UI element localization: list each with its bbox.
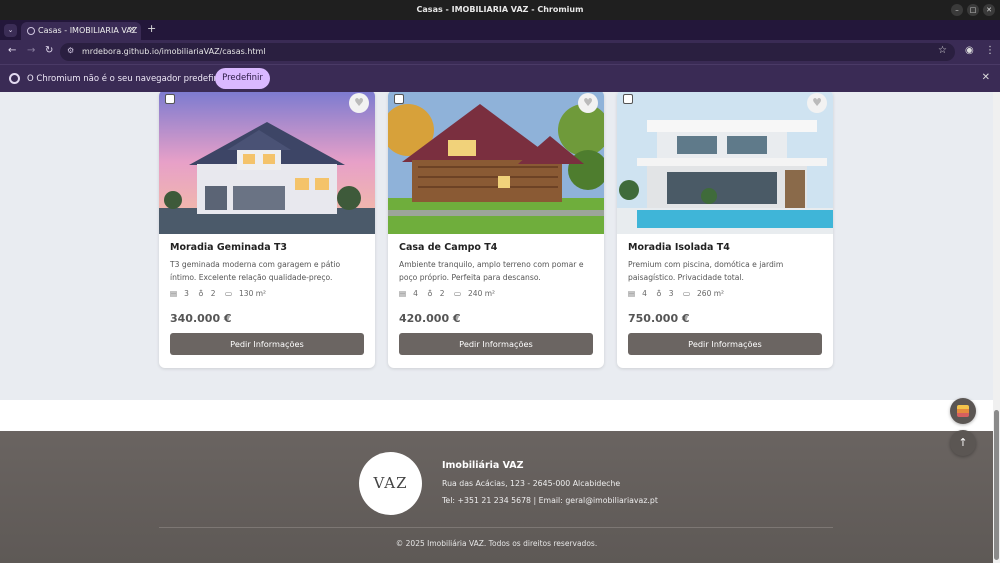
compare-checkbox[interactable] xyxy=(623,94,633,104)
property-image xyxy=(159,92,375,234)
request-info-button[interactable]: Pedir Informações xyxy=(170,333,364,355)
footer-address: Rua das Acácias, 123 - 2645-000 Alcabide… xyxy=(442,479,621,488)
menu-kebab-icon[interactable]: ⋮ xyxy=(985,45,995,56)
property-card: ♥ Casa de Campo T4 Ambiente tranquilo, a… xyxy=(388,92,604,368)
bed-icon: ▤ xyxy=(170,289,178,298)
card-title: Moradia Isolada T4 xyxy=(628,242,730,253)
maximize-icon[interactable]: □ xyxy=(967,4,979,16)
bookmark-star-icon[interactable]: ☆ xyxy=(938,45,947,56)
page-content: ♥ Moradia Geminada T3 T3 geminada modern… xyxy=(0,92,993,563)
vaz-logo[interactable]: VAZ xyxy=(359,452,422,515)
address-bar[interactable]: ⚙ mrdebora.github.io/imobiliariaVAZ/casa… xyxy=(60,43,955,61)
compare-checkbox[interactable] xyxy=(394,94,404,104)
heart-icon[interactable]: ♥ xyxy=(349,93,369,113)
scrollbar-thumb[interactable] xyxy=(994,410,999,560)
bedrooms-count: 4 xyxy=(413,289,418,298)
property-image xyxy=(617,92,833,234)
palette-icon xyxy=(957,405,969,417)
profile-icon[interactable]: ◉ xyxy=(965,45,974,56)
bath-icon: ♁ xyxy=(656,289,662,298)
bath-icon: ♁ xyxy=(198,289,204,298)
card-description: Ambiente tranquilo, amplo terreno com po… xyxy=(399,260,584,282)
compare-checkbox[interactable] xyxy=(165,94,175,104)
area-icon: ▭ xyxy=(453,289,462,298)
default-browser-infobar: O Chromium não é o seu navegador predefi… xyxy=(0,64,1000,92)
back-to-top-button[interactable]: ↑ xyxy=(950,430,976,456)
infobar-text: O Chromium não é o seu navegador predefi… xyxy=(27,74,235,84)
area-value: 240 m² xyxy=(468,289,496,298)
card-features: ▤ 4 ♁ 3 ▭ 260 m² xyxy=(628,289,731,298)
area-value: 130 m² xyxy=(239,289,267,298)
tab-close-icon[interactable]: × xyxy=(128,25,136,35)
footer-contact: Tel: +351 21 234 5678 | Email: geral@imo… xyxy=(442,496,658,505)
os-titlebar: Casas - IMOBILIARIA VAZ - Chromium – □ ✕ xyxy=(0,0,1000,20)
new-tab-icon[interactable]: + xyxy=(147,22,156,35)
card-description: Premium com piscina, domótica e jardim p… xyxy=(628,260,784,282)
area-icon: ▭ xyxy=(682,289,691,298)
bath-icon: ♁ xyxy=(427,289,433,298)
card-title: Moradia Geminada T3 xyxy=(170,242,288,253)
infobar-close-icon[interactable]: ✕ xyxy=(982,72,990,83)
request-info-button[interactable]: Pedir Informações xyxy=(628,333,822,355)
area-value: 260 m² xyxy=(697,289,725,298)
site-info-icon[interactable]: ⚙ xyxy=(67,46,74,55)
area-icon: ▭ xyxy=(224,289,233,298)
theme-palette-button[interactable] xyxy=(950,398,976,424)
card-price: 420.000 € xyxy=(399,312,461,325)
site-footer: VAZ Imobiliária VAZ Rua das Acácias, 123… xyxy=(0,431,993,563)
bathrooms-count: 2 xyxy=(210,289,216,298)
footer-copyright: © 2025 Imobiliária VAZ. Todos os direito… xyxy=(395,539,598,548)
url-text[interactable]: mrdebora.github.io/imobiliariaVAZ/casas.… xyxy=(82,47,266,56)
property-image xyxy=(388,92,604,234)
bed-icon: ▤ xyxy=(628,289,636,298)
chromium-icon xyxy=(9,73,20,84)
bedrooms-count: 4 xyxy=(642,289,647,298)
request-info-button[interactable]: Pedir Informações xyxy=(399,333,593,355)
tab-casas[interactable]: Casas - IMOBILIARIA VAZ × xyxy=(21,22,141,40)
card-title: Casa de Campo T4 xyxy=(399,242,498,253)
reload-icon[interactable]: ↻ xyxy=(45,45,53,56)
globe-icon xyxy=(27,27,35,35)
bathrooms-count: 2 xyxy=(439,289,445,298)
bathrooms-count: 3 xyxy=(668,289,674,298)
heart-icon[interactable]: ♥ xyxy=(807,93,827,113)
forward-icon[interactable]: → xyxy=(27,45,35,56)
property-card: ♥ Moradia Isolada T4 Premium com piscina… xyxy=(617,92,833,368)
logo-text: VAZ xyxy=(373,474,408,492)
card-price: 750.000 € xyxy=(628,312,690,325)
property-card: ♥ Moradia Geminada T3 T3 geminada modern… xyxy=(159,92,375,368)
tab-strip: ⌄ Casas - IMOBILIARIA VAZ × + xyxy=(0,20,1000,40)
bedrooms-count: 3 xyxy=(184,289,189,298)
heart-icon[interactable]: ♥ xyxy=(578,93,598,113)
page-scrollbar[interactable] xyxy=(993,92,1000,563)
set-default-button[interactable]: Predefinir xyxy=(215,68,270,89)
tab-title: Casas - IMOBILIARIA VAZ xyxy=(38,26,138,35)
bed-icon: ▤ xyxy=(399,289,407,298)
card-description: T3 geminada moderna com garagem e pátio … xyxy=(170,260,341,282)
card-price: 340.000 € xyxy=(170,312,232,325)
section-divider xyxy=(0,400,993,431)
back-icon[interactable]: ← xyxy=(8,45,16,56)
footer-company-name: Imobiliária VAZ xyxy=(442,460,524,471)
window-title: Casas - IMOBILIARIA VAZ - Chromium xyxy=(416,5,584,14)
minimize-icon[interactable]: – xyxy=(951,4,963,16)
close-window-icon[interactable]: ✕ xyxy=(983,4,995,16)
browser-toolbar: ← → ↻ ⚙ mrdebora.github.io/imobiliariaVA… xyxy=(0,40,1000,64)
card-features: ▤ 4 ♁ 2 ▭ 240 m² xyxy=(399,289,502,298)
card-features: ▤ 3 ♁ 2 ▭ 130 m² xyxy=(170,289,273,298)
tab-search-icon[interactable]: ⌄ xyxy=(4,24,17,37)
footer-divider xyxy=(159,527,833,528)
